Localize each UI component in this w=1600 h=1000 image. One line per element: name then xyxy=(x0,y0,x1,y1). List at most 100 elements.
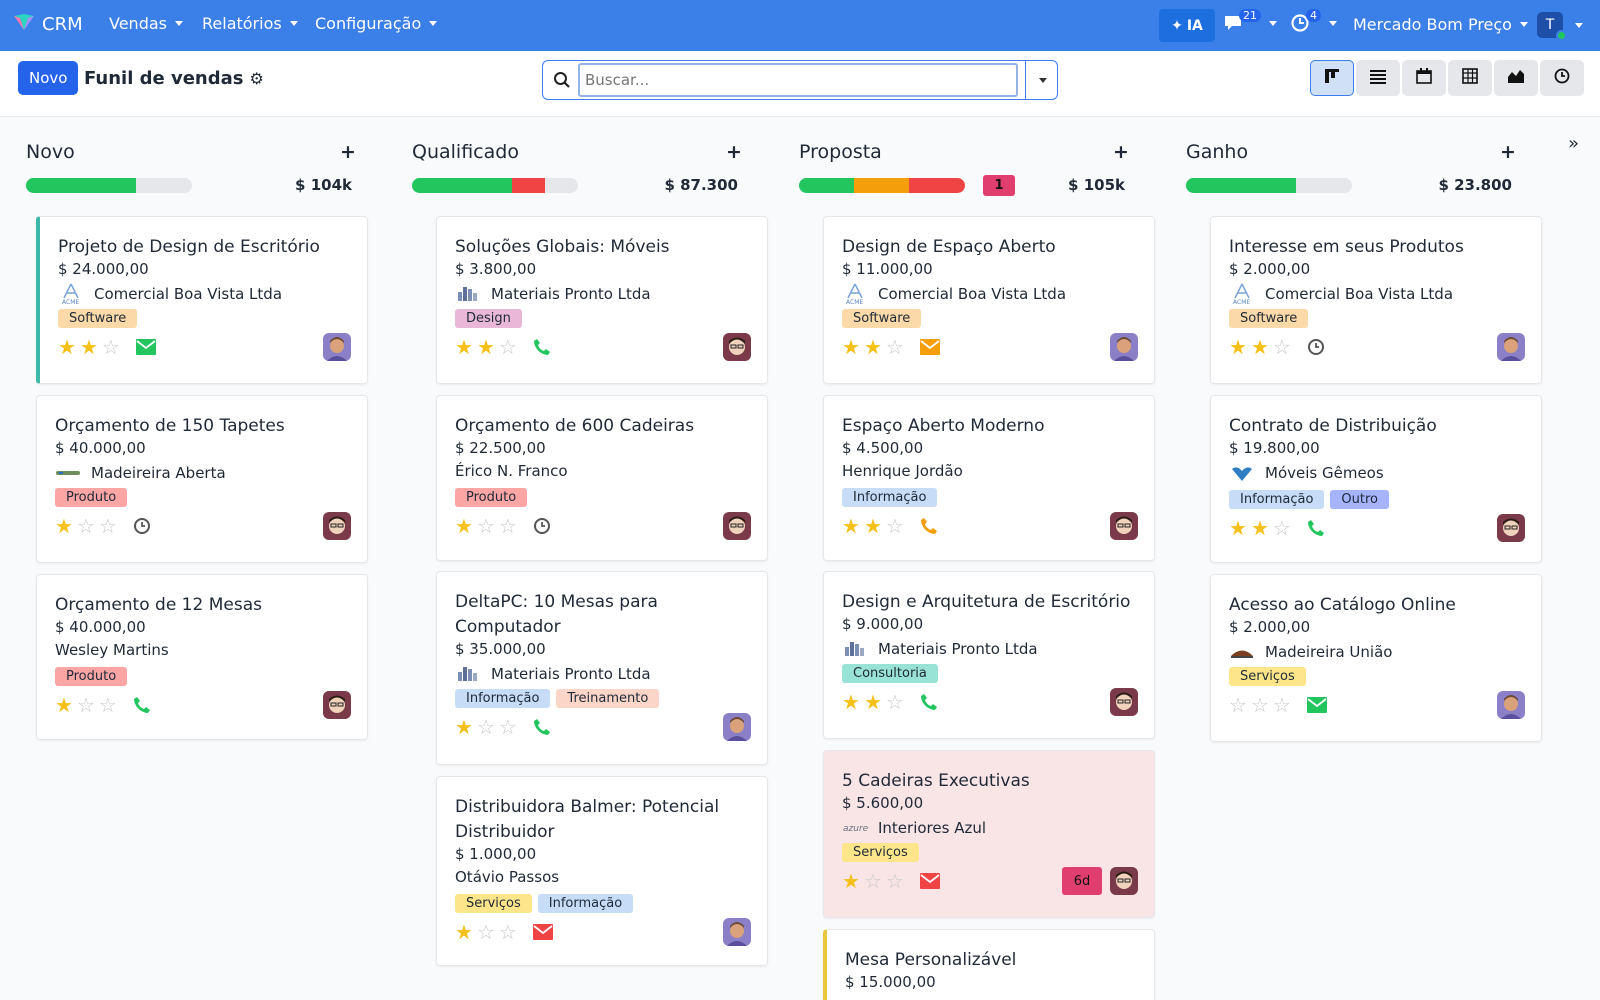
star-icon[interactable]: ★ xyxy=(455,516,473,536)
star-icon[interactable]: ★ xyxy=(455,717,473,737)
activities-button[interactable]: 4 xyxy=(1290,9,1337,37)
salesperson-avatar[interactable] xyxy=(323,333,351,361)
salesperson-avatar[interactable] xyxy=(723,512,751,540)
tag[interactable]: Serviços xyxy=(1229,667,1306,686)
salesperson-avatar[interactable] xyxy=(323,512,351,540)
kanban-card[interactable]: DeltaPC: 10 Mesas para Computador $ 35.00… xyxy=(436,571,768,765)
tag[interactable]: Serviços xyxy=(842,843,919,862)
graph-view-button[interactable] xyxy=(1494,60,1538,96)
email-icon[interactable] xyxy=(919,873,940,889)
clock-icon[interactable] xyxy=(533,517,551,535)
star-icon[interactable]: ★ xyxy=(55,516,73,536)
star-icon[interactable]: ☆ xyxy=(77,516,95,536)
star-icon[interactable]: ☆ xyxy=(1273,695,1291,715)
star-icon[interactable]: ★ xyxy=(455,922,473,942)
add-card-icon[interactable]: + xyxy=(1500,141,1516,163)
star-icon[interactable]: ★ xyxy=(864,516,882,536)
salesperson-avatar[interactable] xyxy=(1110,512,1138,540)
salesperson-avatar[interactable] xyxy=(1497,514,1525,542)
star-icon[interactable]: ★ xyxy=(864,337,882,357)
kanban-view-button[interactable] xyxy=(1310,60,1354,96)
star-icon[interactable]: ☆ xyxy=(499,922,517,942)
star-icon[interactable]: ☆ xyxy=(99,516,117,536)
activity-view-button[interactable] xyxy=(1540,60,1584,96)
star-icon[interactable]: ★ xyxy=(477,337,495,357)
email-icon[interactable] xyxy=(135,339,156,355)
star-icon[interactable]: ☆ xyxy=(1273,337,1291,357)
star-icon[interactable]: ★ xyxy=(58,337,76,357)
kanban-card[interactable]: Orçamento de 12 Mesas $ 40.000,00 Wesley M… xyxy=(36,574,368,740)
star-icon[interactable]: ★ xyxy=(1229,337,1247,357)
star-icon[interactable]: ☆ xyxy=(99,695,117,715)
phone-icon[interactable] xyxy=(920,693,938,711)
calendar-view-button[interactable] xyxy=(1402,60,1446,96)
star-icon[interactable]: ☆ xyxy=(102,337,120,357)
tag[interactable]: Serviços xyxy=(455,894,532,913)
new-button[interactable]: Novo xyxy=(18,61,79,95)
phone-icon[interactable] xyxy=(1307,519,1325,537)
overdue-days-badge[interactable]: 6d xyxy=(1062,867,1102,895)
add-card-icon[interactable]: + xyxy=(340,141,356,163)
star-icon[interactable]: ☆ xyxy=(1229,695,1247,715)
menu-configuracao[interactable]: Configuração xyxy=(315,14,438,33)
kanban-card[interactable]: Distribuidora Balmer: Potencial Distribu… xyxy=(436,776,768,966)
phone-icon[interactable] xyxy=(533,718,551,736)
salesperson-avatar[interactable] xyxy=(1497,691,1525,719)
kanban-card[interactable]: Orçamento de 150 Tapetes $ 40.000,00 Madei… xyxy=(36,395,368,563)
add-card-icon[interactable]: + xyxy=(726,141,742,163)
ai-button[interactable]: ✦ IA xyxy=(1159,9,1215,42)
tag[interactable]: Informação xyxy=(842,488,938,507)
star-icon[interactable]: ☆ xyxy=(886,871,904,891)
salesperson-avatar[interactable] xyxy=(723,918,751,946)
salesperson-avatar[interactable] xyxy=(723,333,751,361)
app-logo[interactable]: CRM xyxy=(12,12,83,37)
star-icon[interactable]: ★ xyxy=(80,337,98,357)
kanban-card[interactable]: Soluções Globais: Móveis $ 3.800,00 Materi… xyxy=(436,216,768,384)
salesperson-avatar[interactable] xyxy=(323,691,351,719)
phone-icon[interactable] xyxy=(920,517,938,535)
menu-vendas[interactable]: Vendas xyxy=(109,14,183,33)
salesperson-avatar[interactable] xyxy=(1110,867,1138,895)
star-icon[interactable]: ☆ xyxy=(499,717,517,737)
star-icon[interactable]: ☆ xyxy=(477,717,495,737)
column-progress-bar[interactable] xyxy=(799,178,965,193)
column-progress-bar[interactable] xyxy=(412,178,578,193)
star-icon[interactable]: ☆ xyxy=(477,922,495,942)
email-icon[interactable] xyxy=(919,339,940,355)
pivot-view-button[interactable] xyxy=(1448,60,1492,96)
user-avatar[interactable]: T xyxy=(1537,12,1567,41)
tag[interactable]: Treinamento xyxy=(556,689,660,708)
kanban-card[interactable]: Design de Espaço Aberto $ 11.000,00 ACME Co… xyxy=(823,216,1155,384)
star-icon[interactable]: ☆ xyxy=(886,337,904,357)
salesperson-avatar[interactable] xyxy=(1110,333,1138,361)
messages-button[interactable]: 21 xyxy=(1223,9,1277,37)
salesperson-avatar[interactable] xyxy=(1497,333,1525,361)
tag[interactable]: Informação xyxy=(537,894,634,913)
kanban-card[interactable]: Mesa Personalizável $ 15.000,00 xyxy=(823,929,1155,1000)
clock-icon[interactable] xyxy=(133,517,151,535)
tag[interactable]: Produto xyxy=(455,488,528,507)
tag[interactable]: Produto xyxy=(55,667,128,686)
star-icon[interactable]: ☆ xyxy=(499,516,517,536)
star-icon[interactable]: ☆ xyxy=(864,871,882,891)
star-icon[interactable]: ★ xyxy=(1251,518,1269,538)
star-icon[interactable]: ★ xyxy=(864,692,882,712)
list-view-button[interactable] xyxy=(1356,60,1400,96)
star-icon[interactable]: ★ xyxy=(455,337,473,357)
star-icon[interactable]: ☆ xyxy=(77,695,95,715)
kanban-card[interactable]: Acesso ao Catálogo Online $ 2.000,00 Madei… xyxy=(1210,574,1542,742)
star-icon[interactable]: ☆ xyxy=(1273,518,1291,538)
kanban-card[interactable]: Contrato de Distribuição $ 19.800,00 Móvei… xyxy=(1210,395,1542,563)
kanban-card[interactable]: Interesse em seus Produtos $ 2.000,00 ACME… xyxy=(1210,216,1542,384)
kanban-card[interactable]: Projeto de Design de Escritório $ 24.000,… xyxy=(36,216,368,384)
star-icon[interactable]: ★ xyxy=(55,695,73,715)
email-icon[interactable] xyxy=(532,924,553,940)
kanban-card[interactable]: Design e Arquitetura de Escritório $ 9.00… xyxy=(823,571,1155,739)
menu-relatorios[interactable]: Relatórios xyxy=(202,14,298,33)
tag[interactable]: Software xyxy=(1229,309,1309,328)
tag[interactable]: Informação xyxy=(1229,490,1325,509)
star-icon[interactable]: ★ xyxy=(842,692,860,712)
company-switcher[interactable]: Mercado Bom Preço xyxy=(1353,15,1528,34)
overdue-count-badge[interactable]: 1 xyxy=(983,175,1015,196)
star-icon[interactable]: ★ xyxy=(842,871,860,891)
